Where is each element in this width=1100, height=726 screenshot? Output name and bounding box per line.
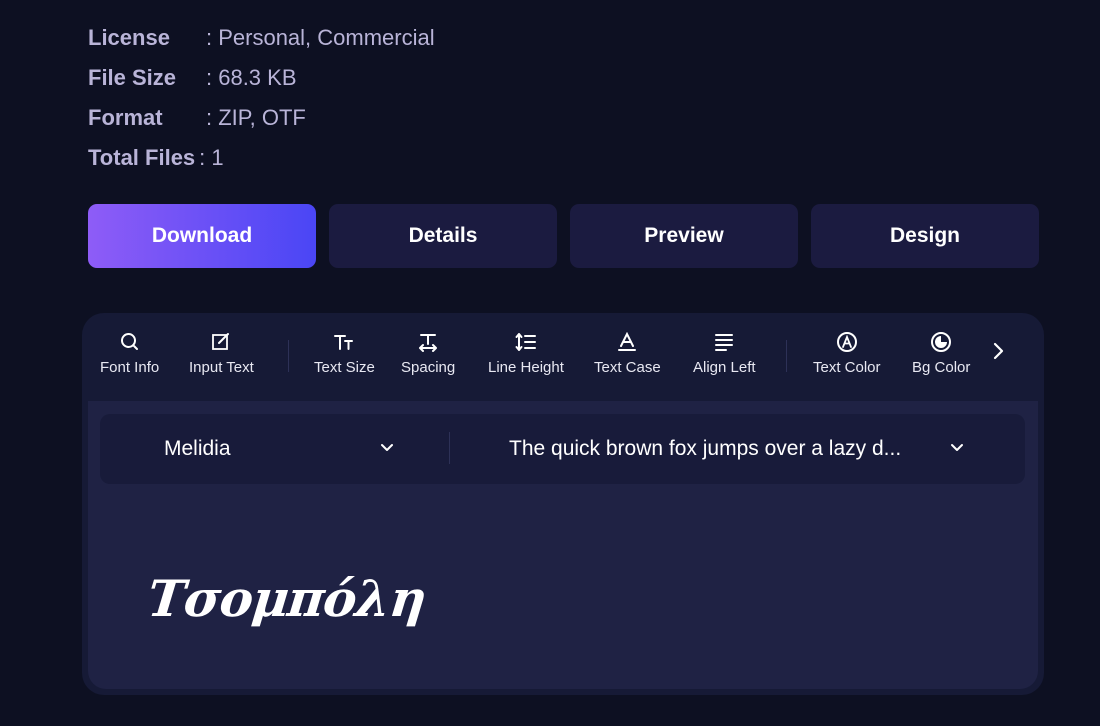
meta-file-size: File Size : 68.3 KB [88, 58, 435, 98]
spacing-icon [417, 331, 439, 353]
bg-color-icon [930, 331, 952, 353]
chevron-down-icon[interactable] [380, 441, 394, 460]
action-buttons: Download Details Preview Design [88, 204, 1039, 268]
meta-total-files-key: Total Files [88, 145, 196, 170]
tool-text-color[interactable]: Text Color [813, 331, 881, 376]
tool-input-text-label: Input Text [189, 359, 254, 376]
meta-format-key: Format [88, 105, 163, 130]
tool-line-height[interactable]: Line Height [488, 331, 564, 376]
tool-text-case-label: Text Case [594, 359, 661, 376]
tester-toolbar: Font Info Input Text Text Size Spacing L… [88, 313, 1038, 401]
selector-divider [449, 432, 450, 464]
meta-total-files-value: : 1 [199, 145, 224, 170]
tool-text-size-label: Text Size [314, 359, 375, 376]
align-left-icon [713, 331, 735, 353]
tool-align-left[interactable]: Align Left [693, 331, 756, 376]
preview-button[interactable]: Preview [570, 204, 798, 268]
tool-input-text[interactable]: Input Text [189, 331, 254, 376]
chevron-down-icon[interactable] [950, 441, 964, 460]
tool-text-case[interactable]: Text Case [594, 331, 661, 376]
font-select-value: Melidia [164, 437, 231, 460]
tool-font-info[interactable]: Font Info [100, 331, 159, 376]
tool-spacing[interactable]: Spacing [401, 331, 455, 376]
font-select[interactable]: Melidia [164, 414, 231, 484]
edit-icon [210, 331, 232, 353]
search-icon [119, 331, 141, 353]
sample-text-value: The quick brown fox jumps over a lazy d.… [509, 437, 902, 460]
tool-font-info-label: Font Info [100, 359, 160, 376]
tester-content: Melidia The quick brown fox jumps over a… [88, 401, 1038, 689]
toolbar-divider [288, 340, 289, 372]
sample-text-select[interactable]: The quick brown fox jumps over a lazy d.… [509, 414, 901, 484]
tool-line-height-label: Line Height [488, 359, 564, 376]
meta-format: Format : ZIP, OTF [88, 98, 435, 138]
tool-bg-color[interactable]: Bg Color [912, 331, 970, 376]
tool-bg-color-label: Bg Color [912, 359, 971, 376]
text-case-icon [616, 331, 638, 353]
tool-align-left-label: Align Left [693, 359, 756, 376]
design-button[interactable]: Design [811, 204, 1039, 268]
line-height-icon [515, 331, 537, 353]
download-button[interactable]: Download [88, 204, 316, 268]
chevron-right-icon[interactable] [992, 341, 1006, 366]
meta-total-files: Total Files : 1 [88, 138, 435, 178]
tool-text-size[interactable]: Text Size [314, 331, 375, 376]
selector-bar: Melidia The quick brown fox jumps over a… [100, 414, 1025, 484]
font-meta: License : Personal, Commercial File Size… [88, 18, 435, 178]
tool-text-color-label: Text Color [813, 359, 881, 376]
font-preview-text: Τσομπόλη [144, 569, 429, 628]
details-button[interactable]: Details [329, 204, 557, 268]
meta-format-value: : ZIP, OTF [206, 105, 306, 130]
meta-license-value: : Personal, Commercial [206, 25, 435, 50]
text-size-icon [333, 331, 355, 353]
tool-spacing-label: Spacing [401, 359, 456, 376]
toolbar-divider [786, 340, 787, 372]
meta-license: License : Personal, Commercial [88, 18, 435, 58]
font-tester-panel: Font Info Input Text Text Size Spacing L… [82, 313, 1044, 695]
meta-file-size-key: File Size [88, 65, 177, 90]
text-color-icon [836, 331, 858, 353]
meta-license-key: License [88, 25, 170, 50]
meta-file-size-value: : 68.3 KB [206, 65, 297, 90]
